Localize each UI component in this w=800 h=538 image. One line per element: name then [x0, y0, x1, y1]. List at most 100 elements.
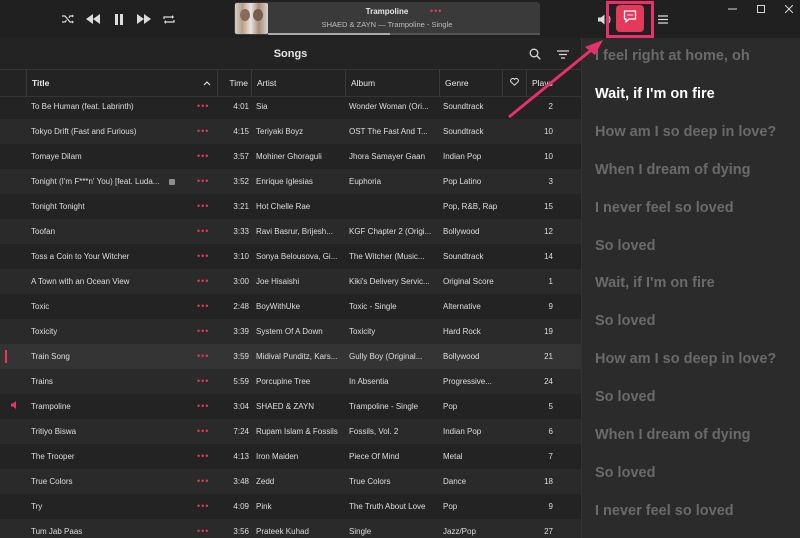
song-album: True Colors	[349, 477, 391, 486]
song-time: 3:04	[233, 402, 249, 411]
song-album: In Absentia	[349, 377, 389, 386]
song-album: Fossils, Vol. 2	[349, 427, 399, 436]
song-plays: 10	[544, 152, 553, 161]
close-button[interactable]	[779, 2, 799, 16]
row-more-button[interactable]: •••	[197, 94, 215, 119]
table-row[interactable]: Toxic ••• 2:48 BoyWithUke Toxic - Single Alte…	[0, 294, 581, 319]
previous-icon[interactable]	[82, 8, 104, 30]
column-love[interactable]	[502, 70, 526, 97]
lyric-line[interactable]: So loved	[595, 313, 655, 329]
song-title: A Town with an Ocean View	[31, 277, 130, 286]
column-plays[interactable]: Plays	[526, 70, 581, 97]
now-playing[interactable]: Trampoline ••• SHAED & ZAYN — Trampoline…	[234, 2, 540, 35]
table-row[interactable]: Tonight (I'm F***n' You) [feat. Luda... •…	[0, 169, 581, 194]
song-title: Toxicity	[31, 327, 58, 336]
table-row[interactable]: To Be Human (feat. Labrinth) ••• 4:01 Sia Wo…	[0, 94, 581, 119]
table-row[interactable]: True Colors ••• 3:48 Zedd True Colors Dance 18	[0, 469, 581, 494]
table-row[interactable]: Try ••• 4:09 Pink The Truth About Love Pop 9	[0, 494, 581, 519]
song-genre: Jazz/Pop	[443, 527, 476, 536]
maximize-button[interactable]	[751, 2, 771, 16]
song-genre: Soundtrack	[443, 127, 484, 136]
selection-indicator	[5, 350, 7, 363]
table-row[interactable]: Trampoline ••• 3:04 SHAED & ZAYN Trampoline …	[0, 394, 581, 419]
table-row[interactable]: Tum Jab Paas ••• 3:56 Prateek Kuhad Single Ja…	[0, 519, 581, 538]
lyric-line[interactable]: How am I so deep in love?	[595, 124, 776, 140]
row-more-button[interactable]: •••	[197, 244, 215, 269]
column-title-label: Title	[32, 78, 50, 88]
song-title: To Be Human (feat. Labrinth)	[31, 102, 134, 111]
table-row[interactable]: Tomaye Dilam ••• 3:57 Mohiner Ghoraguli Jhor…	[0, 144, 581, 169]
table-row[interactable]: A Town with an Ocean View ••• 3:00 Joe Hisa…	[0, 269, 581, 294]
lyric-line[interactable]: So loved	[595, 389, 655, 405]
table-row[interactable]: Tokyo Drift (Fast and Furious) ••• 4:15 Ter…	[0, 119, 581, 144]
song-plays: 1	[548, 277, 553, 286]
progress-bar[interactable]	[268, 33, 540, 35]
search-icon[interactable]	[529, 47, 543, 61]
pause-icon[interactable]	[108, 8, 130, 30]
row-more-button[interactable]: •••	[197, 219, 215, 244]
song-plays: 9	[548, 502, 553, 511]
lyric-line[interactable]: Wait, if I'm on fire	[595, 86, 715, 102]
songs-title: Songs	[273, 48, 308, 60]
row-more-button[interactable]: •••	[197, 294, 215, 319]
filter-icon[interactable]	[557, 47, 571, 61]
lyric-line[interactable]: So loved	[595, 465, 655, 481]
song-plays: 7	[548, 452, 553, 461]
minimize-button[interactable]	[722, 2, 742, 16]
shuffle-icon[interactable]	[57, 8, 79, 30]
table-row[interactable]: Tritiyo Biswa ••• 7:24 Rupam Islam & Fossil…	[0, 419, 581, 444]
now-playing-title: Trampoline	[365, 7, 409, 16]
row-more-button[interactable]: •••	[197, 394, 215, 419]
lyric-line[interactable]: I never feel so loved	[595, 503, 734, 519]
heart-icon	[510, 77, 519, 88]
lyric-line[interactable]: Wait, if I'm on fire	[595, 275, 715, 291]
lyric-line[interactable]: So loved	[595, 238, 655, 254]
row-more-button[interactable]: •••	[197, 319, 215, 344]
song-title: The Trooper	[31, 452, 75, 461]
row-more-button[interactable]: •••	[197, 419, 215, 444]
column-title[interactable]: Title	[26, 70, 217, 97]
song-time: 3:10	[233, 252, 249, 261]
lyric-line[interactable]: How am I so deep in love?	[595, 351, 776, 367]
song-artist: Ravi Basrur, Brijesh...	[256, 227, 333, 236]
table-row[interactable]: Tonight Tonight ••• 3:21 Hot Chelle Rae Pop,…	[0, 194, 581, 219]
lyrics-panel: I feel right at home, oh Wait, if I'm on …	[581, 38, 800, 538]
row-more-button[interactable]: •••	[197, 169, 215, 194]
lyric-line[interactable]: When I dream of dying	[595, 162, 750, 178]
table-row[interactable]: Toxicity ••• 3:39 System Of A Down Toxicity H…	[0, 319, 581, 344]
row-more-button[interactable]: •••	[197, 444, 215, 469]
row-more-button[interactable]: •••	[197, 519, 215, 538]
column-album[interactable]: Album	[345, 70, 439, 97]
row-more-button[interactable]: •••	[197, 469, 215, 494]
song-genre: Metal	[443, 452, 463, 461]
column-artist[interactable]: Artist	[251, 70, 345, 97]
row-more-button[interactable]: •••	[197, 494, 215, 519]
row-more-button[interactable]: •••	[197, 119, 215, 144]
table-row[interactable]: Trains ••• 5:59 Porcupine Tree In Absentia Pr…	[0, 369, 581, 394]
song-genre: Indian Pop	[443, 152, 482, 161]
song-genre: Bollywood	[443, 352, 480, 361]
song-album: Euphoria	[349, 177, 382, 186]
table-row[interactable]: Toss a Coin to Your Witcher ••• 3:10 Sonya …	[0, 244, 581, 269]
player-bar: Trampoline ••• SHAED & ZAYN — Trampoline…	[0, 0, 800, 38]
row-more-button[interactable]: •••	[197, 269, 215, 294]
row-more-button[interactable]: •••	[197, 144, 215, 169]
now-playing-more-button[interactable]: •••	[430, 6, 442, 16]
repeat-icon[interactable]	[158, 8, 180, 30]
row-more-button[interactable]: •••	[197, 344, 215, 369]
column-genre[interactable]: Genre	[439, 70, 502, 97]
song-title: Toss a Coin to Your Witcher	[31, 252, 130, 261]
menu-icon[interactable]	[652, 8, 674, 30]
table-row[interactable]: Toofan ••• 3:33 Ravi Basrur, Brijesh... KGF …	[0, 219, 581, 244]
song-title: Try	[31, 502, 43, 511]
lyric-line[interactable]: I feel right at home, oh	[595, 48, 750, 64]
row-more-button[interactable]: •••	[197, 194, 215, 219]
lyric-line[interactable]: I never feel so loved	[595, 200, 734, 216]
table-row[interactable]: Train Song ••• 3:59 Midival Punditz, Kars..…	[0, 344, 581, 369]
song-time: 4:09	[233, 502, 249, 511]
lyric-line[interactable]: When I dream of dying	[595, 427, 750, 443]
row-more-button[interactable]: •••	[197, 369, 215, 394]
column-time[interactable]: Time	[217, 70, 251, 97]
table-row[interactable]: The Trooper ••• 4:13 Iron Maiden Piece Of Mi…	[0, 444, 581, 469]
next-icon[interactable]	[133, 8, 155, 30]
